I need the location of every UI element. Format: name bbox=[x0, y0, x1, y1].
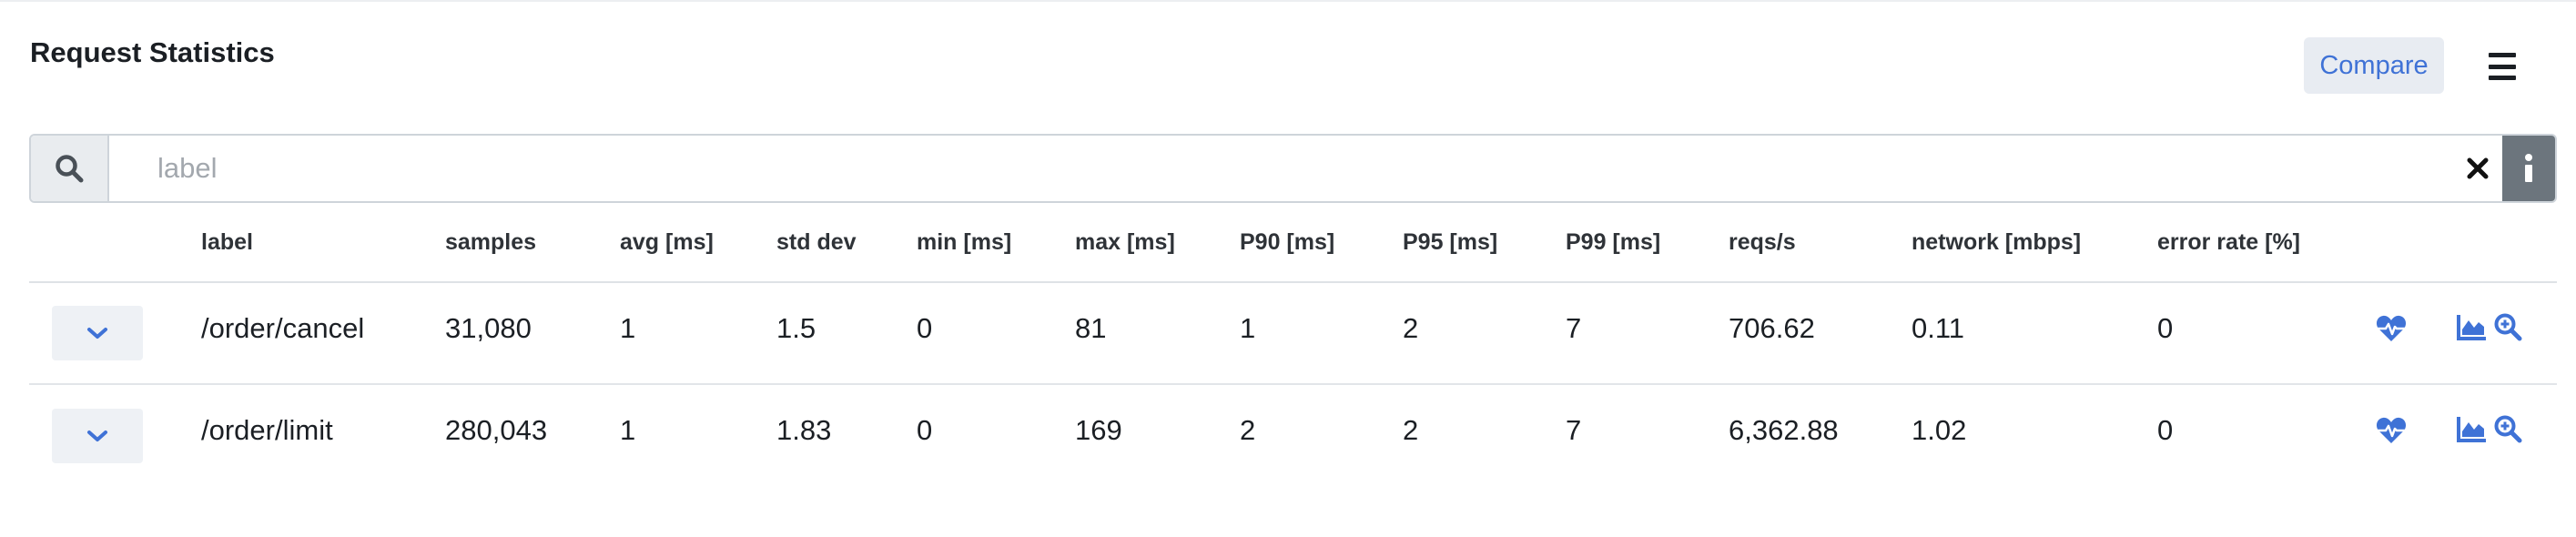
table-cell-p99: 7 bbox=[1566, 312, 1582, 344]
table-cell-network: 1.02 bbox=[1912, 414, 1967, 446]
table-cell-error-rate: 0 bbox=[2157, 312, 2174, 344]
zoom-in-icon[interactable] bbox=[2493, 312, 2522, 341]
header-divider bbox=[29, 281, 2557, 283]
table-cell-p99: 7 bbox=[1566, 414, 1582, 446]
table-cell-label: /order/limit bbox=[201, 414, 333, 446]
table-cell-std-dev: 1.83 bbox=[776, 414, 832, 446]
table-cell-reqs-per-sec: 6,362.88 bbox=[1729, 414, 1839, 446]
area-chart-icon[interactable] bbox=[2457, 414, 2488, 443]
table-cell-max: 81 bbox=[1075, 312, 1107, 344]
table-cell-p95: 2 bbox=[1403, 414, 1419, 446]
hamburger-menu-icon[interactable] bbox=[2489, 53, 2516, 80]
heartbeat-icon[interactable] bbox=[2375, 414, 2408, 447]
column-header-network[interactable]: network [mbps] bbox=[1912, 229, 2081, 256]
expand-row-button[interactable] bbox=[52, 409, 143, 463]
column-header-avg[interactable]: avg [ms] bbox=[620, 229, 714, 256]
page-title: Request Statistics bbox=[30, 36, 275, 68]
table-cell-label: /order/cancel bbox=[201, 312, 365, 344]
chevron-down-icon bbox=[87, 328, 107, 339]
table-cell-network: 0.11 bbox=[1912, 312, 1965, 344]
table-cell-samples: 31,080 bbox=[445, 312, 532, 344]
column-header-min[interactable]: min [ms] bbox=[917, 229, 1011, 256]
column-header-p90[interactable]: P90 [ms] bbox=[1240, 229, 1334, 256]
info-icon[interactable] bbox=[2502, 136, 2555, 201]
column-header-reqs-per-sec[interactable]: reqs/s bbox=[1729, 229, 1796, 256]
column-header-max[interactable]: max [ms] bbox=[1075, 229, 1175, 256]
table-cell-std-dev: 1.5 bbox=[776, 312, 816, 344]
table-cell-p90: 2 bbox=[1240, 414, 1256, 446]
zoom-in-icon[interactable] bbox=[2493, 414, 2522, 443]
table-cell-avg: 1 bbox=[620, 414, 636, 446]
top-border bbox=[0, 0, 2576, 2]
compare-button[interactable]: Compare bbox=[2304, 37, 2444, 94]
close-icon[interactable] bbox=[2454, 136, 2501, 201]
search-icon bbox=[31, 136, 109, 201]
column-header-label[interactable]: label bbox=[201, 229, 253, 256]
search-input[interactable] bbox=[109, 136, 2449, 201]
table-cell-avg: 1 bbox=[620, 312, 636, 344]
chevron-down-icon bbox=[87, 431, 107, 441]
table-cell-max: 169 bbox=[1075, 414, 1122, 446]
column-header-samples[interactable]: samples bbox=[445, 229, 536, 256]
search-bar bbox=[29, 134, 2557, 203]
table-cell-error-rate: 0 bbox=[2157, 414, 2174, 446]
table-cell-samples: 280,043 bbox=[445, 414, 548, 446]
column-header-p95[interactable]: P95 [ms] bbox=[1403, 229, 1497, 256]
column-header-error-rate[interactable]: error rate [%] bbox=[2157, 229, 2300, 256]
area-chart-icon[interactable] bbox=[2457, 312, 2488, 341]
column-header-p99[interactable]: P99 [ms] bbox=[1566, 229, 1660, 256]
table-cell-p90: 1 bbox=[1240, 312, 1256, 344]
table-cell-min: 0 bbox=[917, 414, 933, 446]
heartbeat-icon[interactable] bbox=[2375, 312, 2408, 345]
table-cell-reqs-per-sec: 706.62 bbox=[1729, 312, 1815, 344]
table-cell-p95: 2 bbox=[1403, 312, 1419, 344]
table-cell-min: 0 bbox=[917, 312, 933, 344]
row-divider bbox=[29, 383, 2557, 385]
column-header-std-dev[interactable]: std dev bbox=[776, 229, 857, 256]
expand-row-button[interactable] bbox=[52, 306, 143, 360]
